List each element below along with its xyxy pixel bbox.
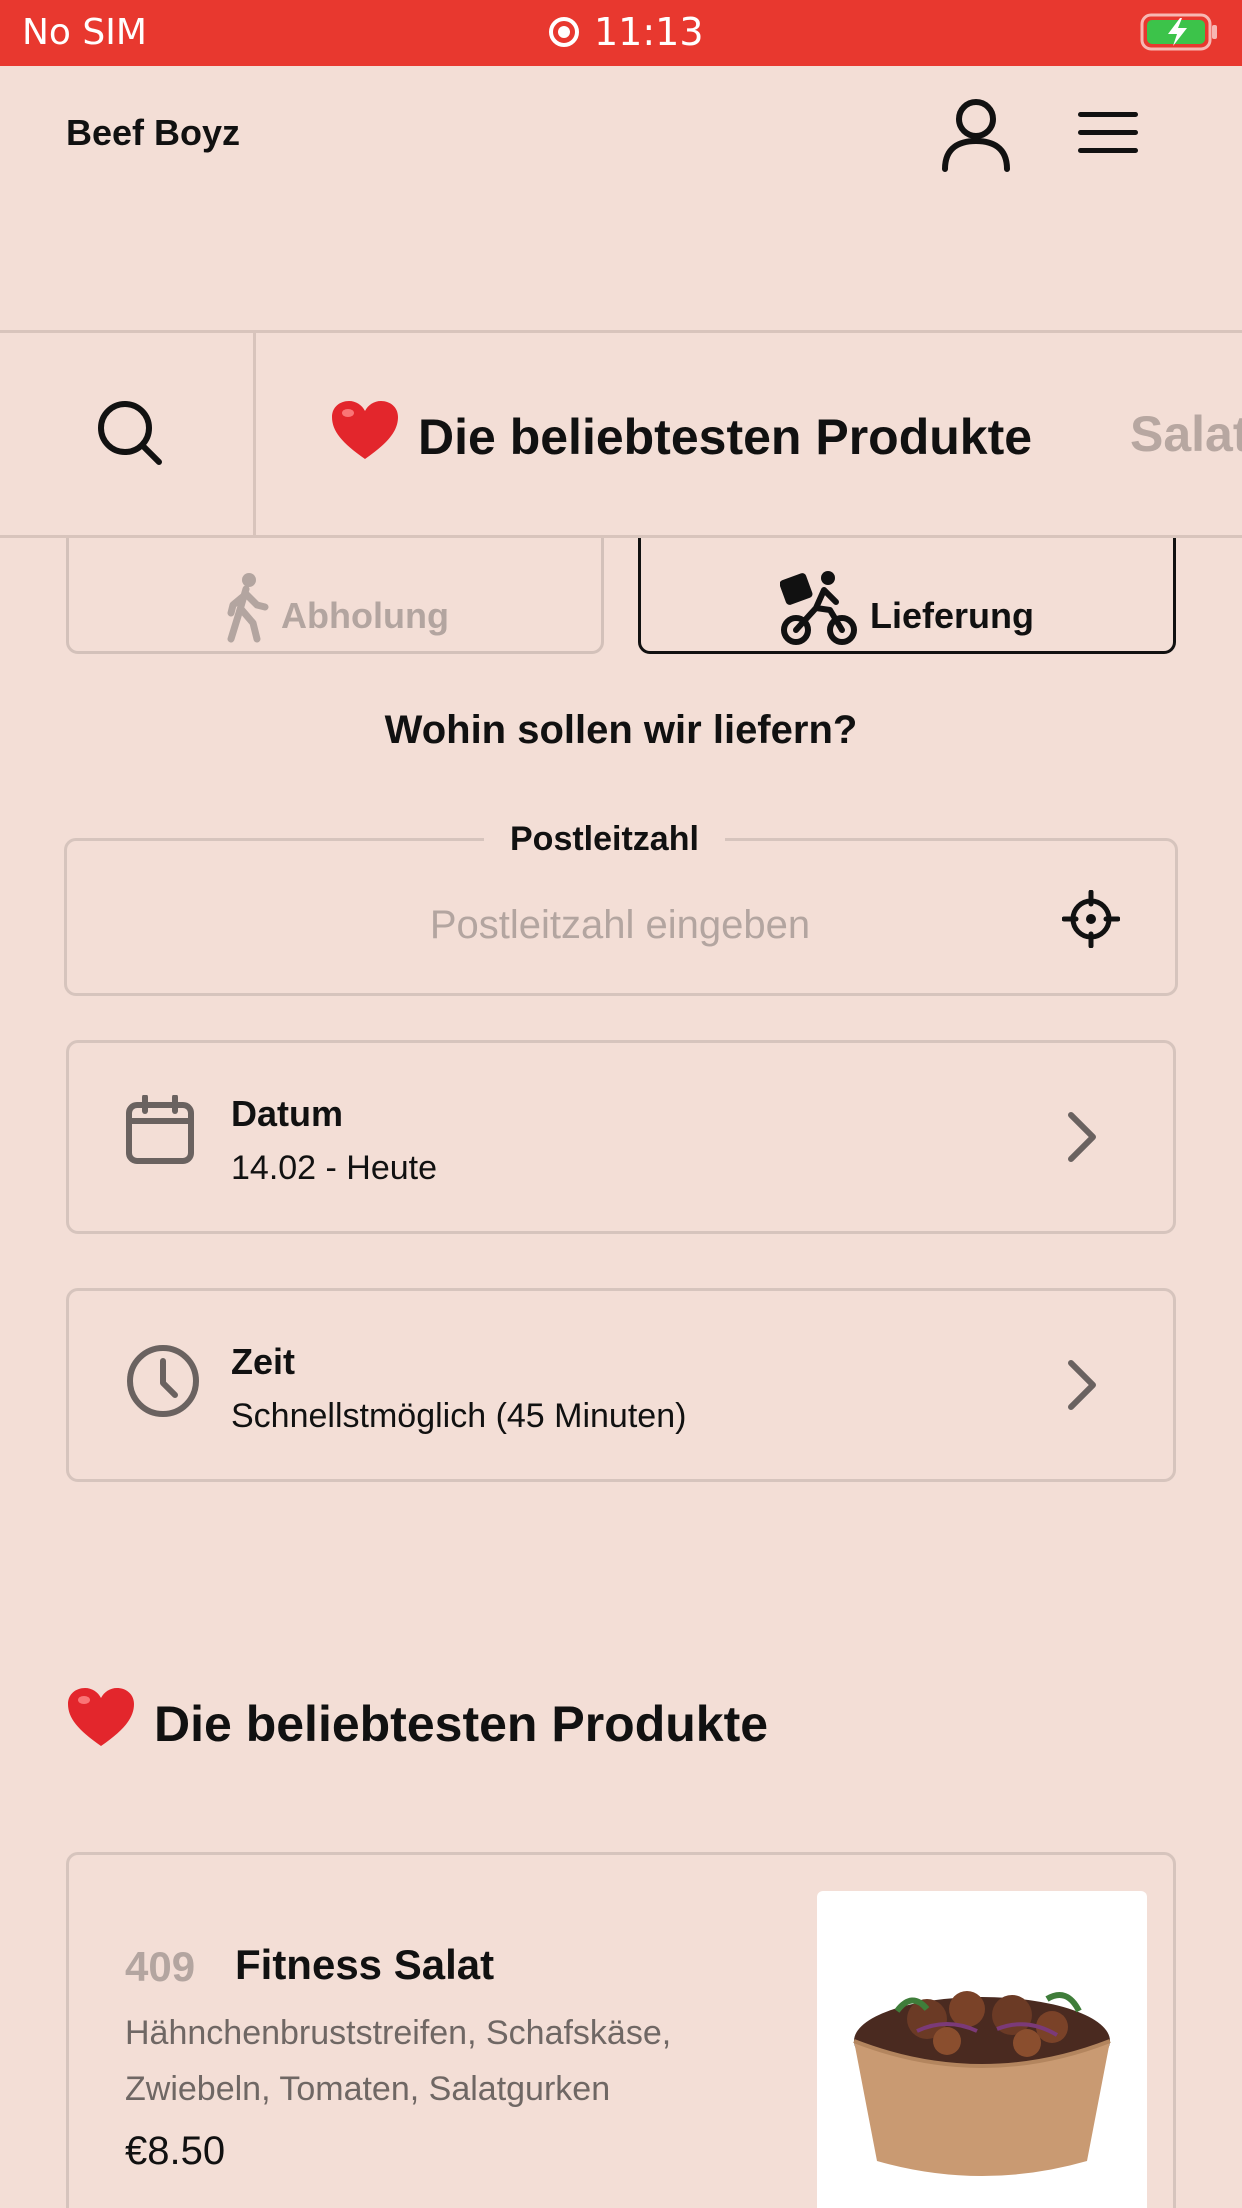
hamburger-menu-icon[interactable] bbox=[1076, 108, 1140, 158]
section-title-popular: Die beliebtesten Produkte bbox=[66, 1686, 768, 1762]
delivery-question: Wohin sollen wir liefern? bbox=[384, 708, 858, 752]
category-label-popular: Die beliebtesten Produkte bbox=[418, 409, 1033, 465]
category-item-popular[interactable]: Die beliebtesten Produkte bbox=[330, 399, 1032, 475]
delivery-bike-icon bbox=[779, 571, 857, 645]
carrier-label: No SIM bbox=[22, 12, 147, 53]
app-header bbox=[0, 66, 1242, 330]
product-card[interactable]: 409 Fitness Salat Hähnchenbruststreifen,… bbox=[66, 1852, 1176, 2208]
calendar-icon bbox=[126, 1095, 194, 1164]
time-value: Schnellstmöglich (45 Minuten) bbox=[231, 1397, 687, 1435]
recording-icon bbox=[549, 17, 579, 47]
salad-bowl-image bbox=[853, 1991, 1111, 2176]
postal-code-legend: Postleitzahl bbox=[484, 820, 725, 859]
walking-person-icon bbox=[227, 573, 269, 643]
postal-code-input[interactable] bbox=[80, 880, 1160, 970]
app-screen: No SIM 11:13 Beef Boyz Abholung Lieferun… bbox=[0, 0, 1242, 2208]
time-title: Zeit bbox=[231, 1341, 296, 1382]
clock: 11:13 bbox=[594, 10, 704, 54]
category-bar: Die beliebtesten Produkte Salat bbox=[0, 330, 1242, 538]
product-name: Fitness Salat bbox=[235, 1941, 495, 1988]
user-icon[interactable] bbox=[940, 95, 1012, 175]
category-search-button[interactable] bbox=[0, 333, 256, 535]
product-description: Hähnchenbruststreifen, Schafskäse, Zwieb… bbox=[125, 2014, 672, 2108]
clock-icon bbox=[127, 1345, 199, 1417]
product-image bbox=[817, 1891, 1147, 2208]
date-picker[interactable]: Datum 14.02 - Heute bbox=[66, 1040, 1176, 1234]
locate-crosshair-icon[interactable] bbox=[1062, 890, 1120, 948]
battery-charging-icon bbox=[1140, 13, 1217, 51]
status-bar: No SIM 11:13 bbox=[0, 0, 1242, 66]
pickup-label: Abholung bbox=[281, 595, 449, 636]
time-picker[interactable]: Zeit Schnellstmöglich (45 Minuten) bbox=[66, 1288, 1176, 1482]
delivery-label: Lieferung bbox=[869, 595, 1034, 636]
category-item-salat[interactable]: Salat bbox=[1130, 405, 1242, 463]
chevron-right-icon bbox=[1068, 1112, 1096, 1162]
status-center: 11:13 bbox=[548, 10, 704, 54]
date-title: Datum bbox=[231, 1093, 344, 1134]
product-number: 409 bbox=[125, 1943, 196, 1990]
heart-icon bbox=[330, 399, 400, 475]
chevron-right-icon bbox=[1068, 1360, 1096, 1410]
brand-name[interactable]: Beef Boyz bbox=[66, 112, 240, 154]
product-price: €8.50 bbox=[125, 2129, 226, 2173]
section-title-label: Die beliebtesten Produkte bbox=[154, 1696, 769, 1752]
search-icon bbox=[98, 401, 162, 465]
heart-icon bbox=[66, 1686, 136, 1762]
date-value: 14.02 - Heute bbox=[231, 1149, 438, 1187]
